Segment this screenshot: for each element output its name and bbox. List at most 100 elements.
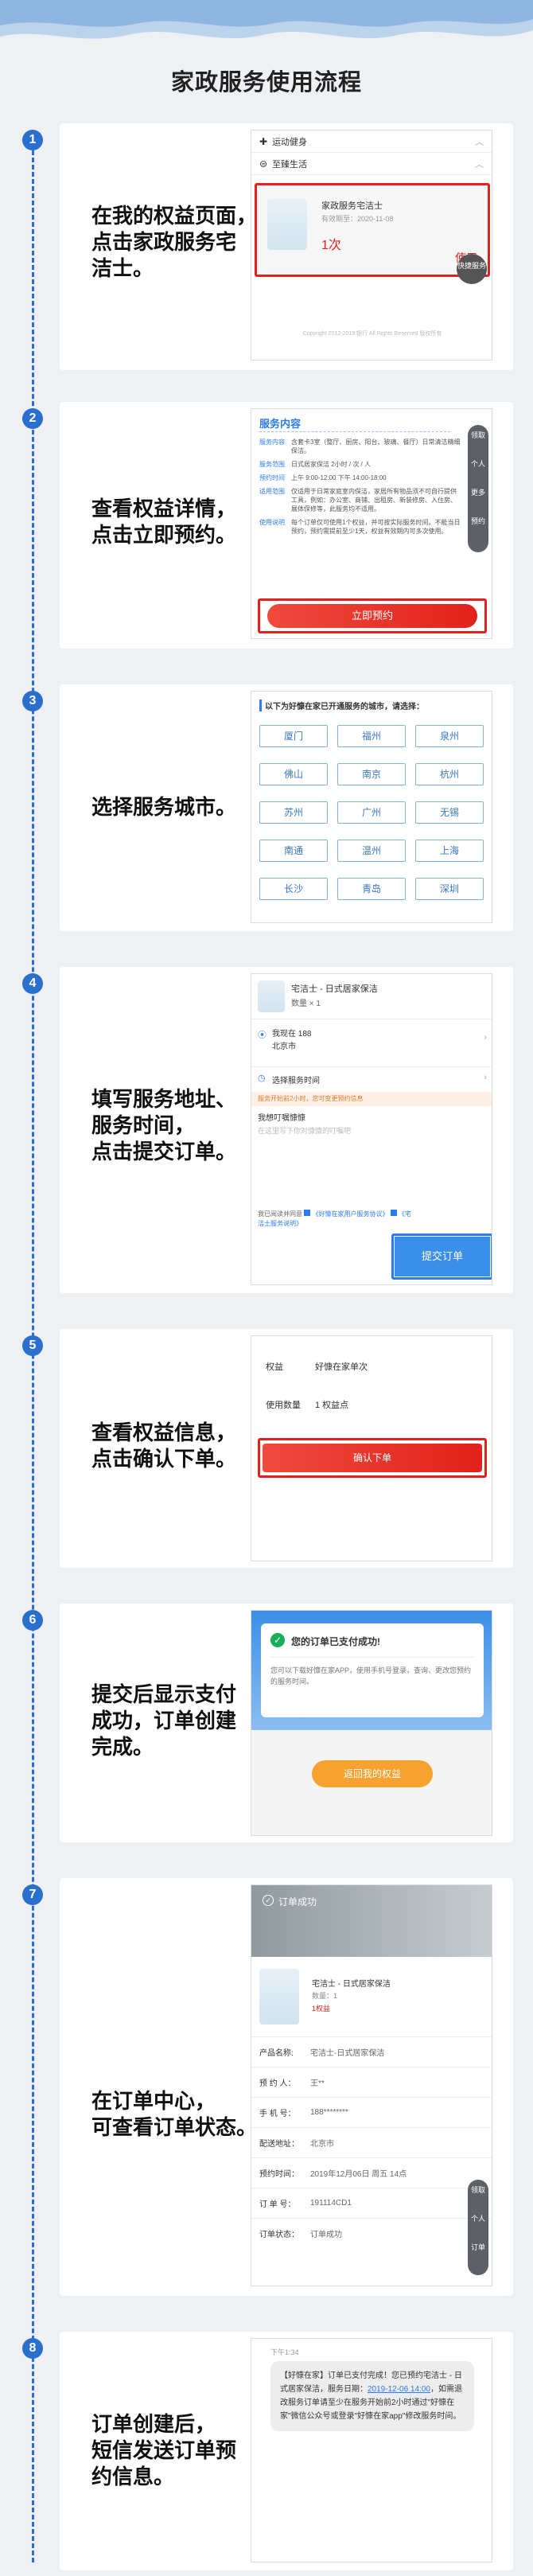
step-card-1: 在我的权益页面， 点击家政服务宅 洁士。 ✚ 运动健身 ︿ ⊜ 至臻生活 ︿ 家… [60, 123, 513, 370]
city-list-header: 以下为好慷在家已开通服务的城市，请选择： [259, 700, 424, 711]
side-toolbar: 领取 个人 更多 预约 [468, 425, 488, 552]
quick-service-float-button[interactable]: 快捷服务 [457, 254, 487, 284]
step-card-7: 在订单中心， 可查看订单状态。 ✓ 订单成功 宅洁士 - 日式居家保洁 数量：1… [60, 1878, 513, 2296]
step-number-5: 5 [22, 1335, 43, 1356]
product-thumbnail [259, 1969, 299, 2025]
step-description: 填写服务地址、 服务时间， 点击提交订单。 [91, 1087, 237, 1163]
city-option[interactable]: 青岛 [337, 878, 406, 900]
chevron-up-icon: ︿ [475, 159, 484, 170]
step-description: 查看权益详情， 点击立即预约。 [91, 497, 237, 547]
order-info-list: 产品名称: 宅洁士-日式居家保洁预 约 人： 王** 手 机 号： 188*******… [251, 2036, 492, 2248]
order-info-row: 订 单 号： 191114CD1 [251, 2188, 492, 2218]
screenshot-city-select: 以下为好慷在家已开通服务的城市，请选择： 厦门 福州 泉州佛山 南京 杭州苏州 广州 无锡南… [251, 691, 492, 923]
highlight-box [255, 183, 490, 277]
side-item-claim[interactable]: 领取 [468, 430, 488, 458]
list-item-life[interactable]: ⊜ 至臻生活 ︿ [251, 153, 492, 175]
dumbbell-icon: ✚ [259, 135, 268, 147]
highlight-box [258, 1438, 487, 1478]
city-option[interactable]: 南京 [337, 763, 406, 785]
chevron-right-icon: › [484, 1073, 487, 1082]
city-option[interactable]: 苏州 [259, 801, 328, 824]
order-info-row: 手 机 号： 188******** [251, 2097, 492, 2127]
sms-date-link[interactable]: 2019-12-06 14:00 [368, 2385, 430, 2394]
highlight-box [258, 598, 487, 633]
step-card-5: 查看权益信息， 点击确认下单。 权益 好慷在家单次 使用数量 1 权益点 确认下… [60, 1329, 513, 1568]
step-card-6: 提交后显示支付 成功，订单创建 完成。 ✓ 您的订单已支付成功! 您可以下载好慷… [60, 1604, 513, 1842]
chevron-right-icon: › [484, 1033, 487, 1042]
list-item-fitness[interactable]: ✚ 运动健身 ︿ [251, 131, 492, 153]
step-description: 查看权益信息， 点击确认下单。 [91, 1421, 237, 1471]
city-option[interactable]: 长沙 [259, 878, 328, 900]
step-number-3: 3 [22, 691, 43, 711]
order-info-row: 预 约 人： 王** [251, 2067, 492, 2097]
side-item-personal[interactable]: 个人 [468, 2213, 488, 2242]
step-number-2: 2 [22, 408, 43, 429]
side-item-personal[interactable]: 个人 [468, 458, 488, 487]
order-info-row: 订单状态： 订单成功 [251, 2218, 492, 2248]
detail-row: 使用说明 每个订单仅可使用1个权益，并可按实际服务时间。不能当日预约，预约需提前至… [259, 519, 461, 535]
detail-row: 适用范围 仅适用于日常家庭室内保洁，家居所有物品须不可自行提供工具，例如：办公室、… [259, 488, 457, 512]
step-card-8: 订单创建后， 短信发送订单预 约信息。 下午1:34 【好慷在家】订单已支付完成… [60, 2332, 513, 2570]
step-card-3: 选择服务城市。 以下为好慷在家已开通服务的城市，请选择： 厦门 福州 泉州 佛山 南京杭… [60, 684, 513, 931]
detail-row: 预约时间 上午 9:00-12:00 下午 14:00-18:00 [259, 474, 387, 481]
note-input[interactable]: 在这里写下你对慷慷的叮嘱吧 [258, 1125, 487, 1157]
section-header: 服务内容 [259, 418, 302, 430]
footer-copyright: Copyright 2012-2019 银行 All Rights Reserv… [302, 331, 442, 337]
step-description: 在订单中心， 可查看订单状态。 [91, 2089, 258, 2139]
location-pin-icon: ⦿ [258, 1031, 266, 1040]
detail-row: 服务范围 日式居家保洁 2小时 / 次 / 人 [259, 461, 372, 468]
side-toolbar: 领取 个人 订单 [468, 2180, 488, 2275]
car-icon: ⊜ [259, 158, 268, 170]
side-item-orders[interactable]: 订单 [468, 2242, 488, 2270]
detail-list: 服务内容 含套卡3室（整厅、厨房、阳台、玻璃、餐厅）日常清洁精细保洁。 服务范围日… [259, 438, 462, 536]
order-info-row: 产品名称: 宅洁士-日式居家保洁 [251, 2036, 492, 2067]
step-description: 订单创建后， 短信发送订单预 约信息。 [91, 2412, 237, 2488]
city-option[interactable]: 佛山 [259, 763, 328, 785]
city-option[interactable]: 厦门 [259, 725, 328, 747]
screenshot-order-form: 宅洁士 - 日式居家保洁 数量 × 1 ⦿ 我现在 188 北京市 › ◷ 选择… [251, 973, 492, 1285]
screenshot-order-detail: ✓ 订单成功 宅洁士 - 日式居家保洁 数量：1 1权益 产品名称: 宅洁士-日式… [251, 1884, 492, 2286]
side-item-book[interactable]: 预约 [468, 516, 488, 544]
screenshot-confirm-order: 权益 好慷在家单次 使用数量 1 权益点 确认下单 [251, 1335, 492, 1561]
city-option[interactable]: 杭州 [415, 763, 484, 785]
note-label: 我想叮嘱慷慷 [258, 1114, 305, 1123]
step-number-6: 6 [22, 1610, 43, 1631]
checkbox-icon[interactable] [390, 1210, 397, 1216]
agreement-row: 我已阅读并同意 《好慷在家用户服务协议》 《宅洁士服务说明》 [258, 1210, 411, 1227]
city-option[interactable]: 温州 [337, 840, 406, 862]
order-info-row: 预约时间： 2019年12月06日 周五 14点 [251, 2157, 492, 2188]
side-item-claim[interactable]: 领取 [468, 2184, 488, 2213]
order-info-row: 配送地址： 北京市 [251, 2127, 492, 2157]
sms-bubble: 【好慷在家】订单已支付完成！您已预约宅洁士 - 日式居家保洁，服务日期：2019… [270, 2361, 474, 2431]
detail-row: 服务内容 含套卡3室（整厅、厨房、阳台、玻璃、餐厅）日常清洁精细保洁。 [259, 438, 461, 454]
city-option[interactable]: 泉州 [415, 725, 484, 747]
screenshot-sms: 下午1:34 【好慷在家】订单已支付完成！您已预约宅洁士 - 日式居家保洁，服务… [251, 2338, 492, 2562]
highlight-box [391, 1233, 492, 1280]
step-card-4: 填写服务地址、 服务时间， 点击提交订单。 宅洁士 - 日式居家保洁 数量 × … [60, 967, 513, 1293]
checkbox-icon[interactable] [304, 1210, 311, 1216]
side-item-more[interactable]: 更多 [468, 487, 488, 516]
step-number-7: 7 [22, 1884, 43, 1905]
screenshot-benefits-page: ✚ 运动健身 ︿ ⊜ 至臻生活 ︿ 家政服务宅洁士 有效期至：2020-11-0… [251, 130, 492, 360]
city-option[interactable]: 福州 [337, 725, 406, 747]
chevron-up-icon: ︿ [475, 137, 484, 147]
screenshot-payment-success: ✓ 您的订单已支付成功! 您可以下载好慷在家APP，使用手机号登录，查询、更改您… [251, 1610, 492, 1836]
address-selector[interactable]: ⦿ 我现在 188 北京市 › [258, 1027, 487, 1062]
step-description: 在我的权益页面， 点击家政服务宅 洁士。 [91, 204, 258, 280]
step-description: 提交后显示支付 成功，订单创建 完成。 [91, 1682, 237, 1759]
service-time-selector[interactable]: ◷ 选择服务时间 › [258, 1073, 487, 1089]
city-option[interactable]: 广州 [337, 801, 406, 824]
check-circle-icon: ✓ [270, 1633, 285, 1647]
city-option[interactable]: 无锡 [415, 801, 484, 824]
city-option[interactable]: 南通 [259, 840, 328, 862]
top-wave-decoration [0, 0, 533, 56]
city-option[interactable]: 上海 [415, 840, 484, 862]
time-change-notice: 服务开始前2小时，您可变更预约信息 [251, 1092, 492, 1106]
order-success-banner: ✓ 订单成功 [251, 1885, 492, 1957]
back-to-benefits-button[interactable]: 返回我的权益 [312, 1760, 433, 1787]
success-dialog: ✓ 您的订单已支付成功! 您可以下载好慷在家APP，使用手机号登录，查询、更改您… [261, 1623, 484, 1717]
service-agreement-link[interactable]: 《好慷在家用户服务协议》 [312, 1210, 388, 1218]
step-card-2: 查看权益详情， 点击立即预约。 服务内容 服务内容 含套卡3室（整厅、厨房、阳台、… [60, 402, 513, 649]
city-option[interactable]: 深圳 [415, 878, 484, 900]
check-circle-icon: ✓ [263, 1895, 274, 1906]
